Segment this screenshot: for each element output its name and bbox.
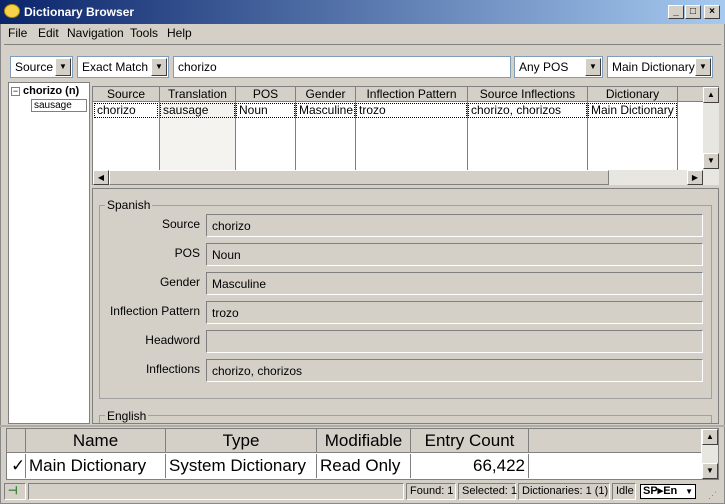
status-bar: ⊣ Found: 1 Selected: 1 Dictionaries: 1 (… [0,482,725,504]
checkmark-icon[interactable]: ✓ [7,454,26,478]
cell-source[interactable]: chorizo [94,103,158,118]
status-found: Found: 1 [406,483,456,500]
tree-child[interactable]: sausage [31,99,87,112]
row-type[interactable]: System Dictionary [166,454,317,478]
field-inflections[interactable]: chorizo, chorizos [206,359,703,382]
dictionaries-scrollbar[interactable]: ▲ ▼ [702,429,718,479]
scroll-down-icon[interactable]: ▼ [703,153,719,169]
col-spacer [678,87,703,102]
row-modifiable[interactable]: Read Only [317,454,411,478]
menu-tools[interactable]: Tools [130,26,158,40]
row-name[interactable]: Main Dictionary [26,454,166,478]
field-headword[interactable] [206,330,703,353]
cell-source-inflections[interactable]: chorizo, chorizos [468,103,587,118]
direction-select[interactable]: Source ▼ [10,56,73,78]
direction-value: Source [15,60,54,74]
col-name[interactable]: Name [26,429,166,453]
col-gender[interactable]: Gender [296,87,356,102]
status-state: Idle [612,483,636,500]
col-spacer [529,429,701,453]
tree-entry[interactable]: chorizo (n) [23,85,79,97]
field-label-headword: Headword [145,333,200,347]
col-pos[interactable]: POS [236,87,296,102]
entry-tree[interactable]: − chorizo (n) sausage [8,82,90,424]
resize-grip-icon[interactable]: ⋰ [708,490,720,502]
dictionary-value: Main Dictionary [612,60,695,74]
scroll-right-icon[interactable]: ▶ [687,170,703,185]
field-pos[interactable]: Noun [206,243,703,266]
language-value: SP▸En [643,485,678,497]
col-modifiable[interactable]: Modifiable [317,429,411,453]
pos-select[interactable]: Any POS ▼ [514,56,603,78]
field-label-inflections: Inflections [145,362,200,376]
collapse-icon[interactable]: − [11,87,20,96]
field-label-gender: Gender [159,275,200,289]
cell-dictionary[interactable]: Main Dictionary [588,103,677,118]
menu-file[interactable]: File [8,26,27,40]
search-input[interactable]: chorizo [173,56,511,78]
col-translation[interactable]: Translation [160,87,236,102]
title-bar[interactable]: Dictionary Browser _ □ × [0,0,725,24]
minimize-button[interactable]: _ [668,5,684,19]
dictionaries-table[interactable]: Name Type Modifiable Entry Count ✓ Main … [6,428,719,480]
chevron-down-icon[interactable]: ▼ [151,58,167,76]
match-select[interactable]: Exact Match ▼ [77,56,169,78]
field-label-inflection-pattern: Inflection Pattern [109,304,200,318]
pane-splitter[interactable] [0,425,725,427]
close-button[interactable]: × [704,5,720,19]
field-gender[interactable]: Masculine [206,272,703,295]
search-query: chorizo [178,60,217,74]
results-grid[interactable]: Source Translation POS Gender Inflection… [92,86,719,185]
pos-value: Any POS [519,60,569,74]
cell-gender[interactable]: Masculine [296,103,355,118]
col-type[interactable]: Type [166,429,317,453]
chevron-down-icon[interactable]: ▼ [695,58,711,76]
toolbar-divider [4,44,721,45]
row-entry-count[interactable]: 66,422 [411,454,529,478]
cell-pos[interactable]: Noun [236,103,295,118]
menu-bar: File Edit Navigation Tools Help [0,24,725,42]
col-entry-count[interactable]: Entry Count [411,429,529,453]
menu-help[interactable]: Help [167,26,192,40]
scroll-left-icon[interactable]: ◀ [93,170,109,185]
col-source-inflections[interactable]: Source Inflections [468,87,588,102]
english-group-label: English [105,409,149,423]
detail-panel: Spanish Source chorizo POS Noun Gender M… [92,188,719,424]
grid-line [677,102,678,170]
language-select[interactable]: SP▸En ▼ [640,484,696,499]
status-dictionaries: Dictionaries: 1 (1) [518,483,610,500]
menu-edit[interactable]: Edit [38,26,59,40]
dictionary-select[interactable]: Main Dictionary ▼ [607,56,713,78]
chevron-down-icon[interactable]: ▼ [585,58,601,76]
cell-inflection-pattern[interactable]: trozo [356,103,467,118]
col-inflection-pattern[interactable]: Inflection Pattern [356,87,468,102]
cell-translation[interactable]: sausage [160,103,235,118]
field-label-source: Source [161,217,200,231]
grid-horizontal-scrollbar[interactable]: ◀ ▶ [93,170,719,185]
col-dictionary[interactable]: Dictionary [588,87,678,102]
col-source[interactable]: Source [93,87,160,102]
connection-icon: ⊣ [4,483,26,500]
spanish-group-label: Spanish [105,198,153,212]
chevron-down-icon[interactable]: ▼ [685,485,693,498]
app-icon [4,4,20,18]
field-source[interactable]: chorizo [206,214,703,237]
field-label-pos: POS [174,246,200,260]
col-check [7,429,26,453]
scroll-up-icon[interactable]: ▲ [703,87,719,103]
maximize-button[interactable]: □ [685,5,701,19]
match-value: Exact Match [82,60,149,74]
status-message [28,483,404,500]
window-title: Dictionary Browser [24,5,135,19]
menu-navigation[interactable]: Navigation [67,26,124,40]
scroll-up-icon[interactable]: ▲ [702,429,718,445]
scroll-down-icon[interactable]: ▼ [702,463,718,479]
status-selected: Selected: 1 [458,483,517,500]
grid-vertical-scrollbar[interactable]: ▲ ▼ [703,87,719,171]
scroll-thumb[interactable] [109,170,609,185]
english-group [99,415,712,423]
chevron-down-icon[interactable]: ▼ [55,58,71,76]
field-inflection-pattern[interactable]: trozo [206,301,703,324]
